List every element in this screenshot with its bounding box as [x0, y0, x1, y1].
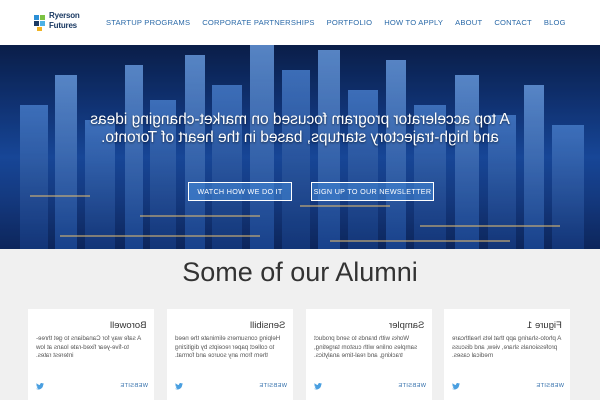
alumni-card-description: Works with brands to send product sample… — [314, 335, 418, 359]
twitter-icon[interactable] — [36, 383, 44, 390]
hero-banner: A top accelerator program focused on mar… — [0, 45, 600, 249]
top-nav: Ryerson Futures STARTUP PROGRAMS CORPORA… — [0, 0, 600, 45]
twitter-icon[interactable] — [452, 383, 460, 390]
nav-corporate-partnerships[interactable]: CORPORATE PARTNERSHIPS — [196, 14, 320, 34]
alumni-card: Sensibill Helping consumers eliminate th… — [167, 309, 293, 400]
nav-links: STARTUP PROGRAMS CORPORATE PARTNERSHIPS … — [100, 14, 572, 34]
nav-contact[interactable]: CONTACT — [488, 14, 538, 34]
alumni-card-description: Helping consumers eliminate the need to … — [175, 335, 281, 359]
logo-line-1: Ryerson — [49, 11, 80, 20]
nav-how-to-apply[interactable]: HOW TO APPLY — [378, 14, 449, 34]
alumni-card-footer: WEBSITE — [36, 382, 148, 392]
city-skyline-background — [0, 45, 600, 249]
logo-text: Ryerson Futures — [49, 11, 80, 31]
logo-mark-icon — [34, 15, 45, 31]
nav-portfolio[interactable]: PORTFOLIO — [321, 14, 379, 34]
ryerson-futures-logo[interactable]: Ryerson Futures — [32, 8, 80, 38]
alumni-card-footer: WEBSITE — [175, 382, 287, 392]
alumni-card: Sampler Works with brands to send produc… — [306, 309, 432, 400]
alumni-card-name: Sensibill — [249, 320, 285, 331]
nav-blog[interactable]: BLOG — [538, 14, 572, 34]
newsletter-signup-button[interactable]: SIGN UP TO OUR NEWSLETTER — [311, 182, 434, 201]
alumni-card: Borowell A safe way for Canadians to get… — [28, 309, 154, 400]
logo-line-2: Futures — [49, 21, 77, 30]
nav-about[interactable]: ABOUT — [449, 14, 488, 34]
alumni-card-footer: WEBSITE — [452, 382, 564, 392]
alumni-card-footer: WEBSITE — [314, 382, 426, 392]
alumni-card-description: A photo-sharing app that lets healthcare… — [452, 335, 562, 359]
twitter-icon[interactable] — [314, 383, 322, 390]
alumni-cards: Borowell A safe way for Canadians to get… — [28, 309, 583, 400]
alumni-website-link[interactable]: WEBSITE — [120, 383, 148, 389]
watch-how-we-do-it-button[interactable]: WATCH HOW WE DO IT — [188, 182, 292, 201]
alumni-card-name: Borowell — [109, 320, 146, 331]
alumni-card-name: Sampler — [388, 320, 424, 331]
hero-headline: A top accelerator program focused on mar… — [90, 111, 510, 146]
alumni-section-title: Some of our Alumni — [182, 257, 418, 287]
twitter-icon[interactable] — [175, 383, 183, 390]
nav-startup-programs[interactable]: STARTUP PROGRAMS — [100, 14, 196, 34]
alumni-website-link[interactable]: WEBSITE — [259, 383, 287, 389]
alumni-website-link[interactable]: WEBSITE — [536, 383, 564, 389]
alumni-card-description: A safe way for Canadians to get three-to… — [36, 335, 142, 359]
alumni-card: Figure 1 A photo-sharing app that lets h… — [444, 309, 570, 400]
alumni-website-link[interactable]: WEBSITE — [398, 383, 426, 389]
alumni-card-name: Figure 1 — [527, 320, 562, 331]
